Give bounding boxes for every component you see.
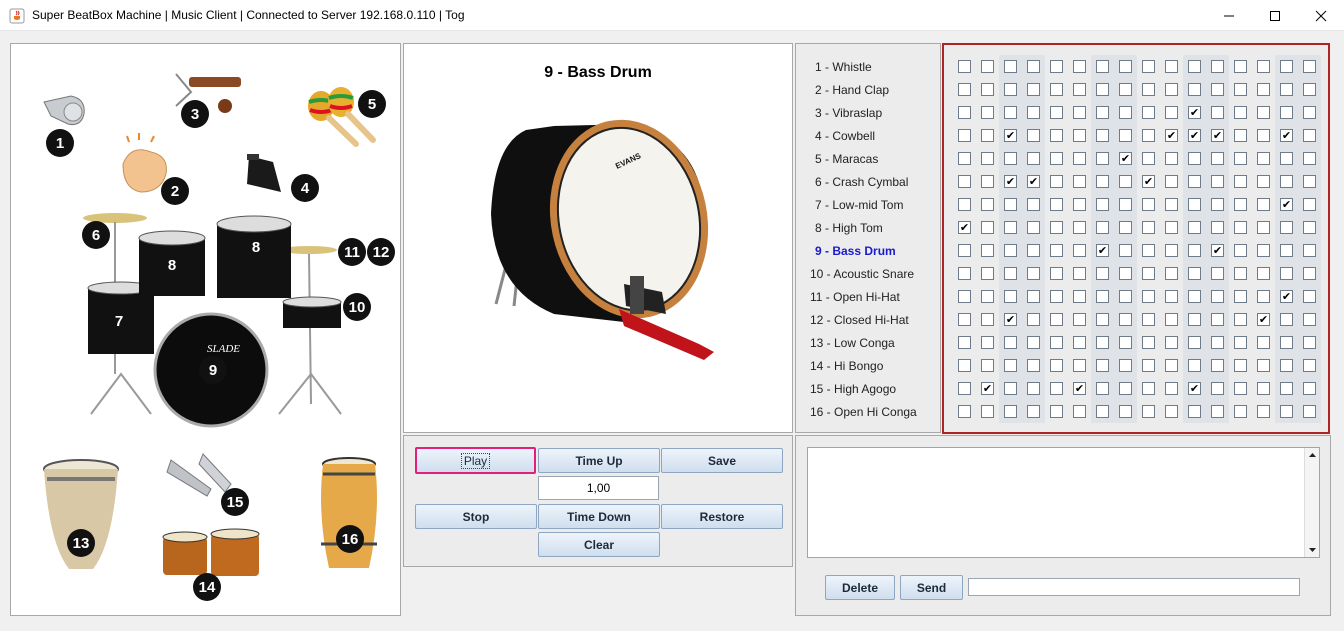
instrument-number-badge: 5 xyxy=(358,90,386,118)
instrument-label: 15 - High Agogo xyxy=(810,382,897,396)
instrument-number-badge: 10 xyxy=(343,293,371,321)
java-app-icon xyxy=(9,8,25,24)
scroll-down-arrow-icon[interactable] xyxy=(1305,543,1320,557)
cowbell-icon xyxy=(247,154,281,192)
instrument-preview-panel: 9 - Bass Drum EVANS xyxy=(403,43,793,433)
instrument-number-badge: 1 xyxy=(46,129,74,157)
restore-button[interactable]: Restore xyxy=(661,504,783,529)
delete-button[interactable]: Delete xyxy=(825,575,895,600)
instrument-number-badge: 12 xyxy=(367,238,395,266)
chat-panel: Delete Send xyxy=(795,435,1331,616)
instrument-label: 11 - Open Hi-Hat xyxy=(810,290,900,304)
time-down-button[interactable]: Time Down xyxy=(538,504,660,529)
instrument-number-badge: 8 xyxy=(242,233,270,261)
instrument-label: 13 - Low Conga xyxy=(810,336,895,350)
instrument-list-panel xyxy=(795,43,941,433)
incoming-messages-area[interactable] xyxy=(807,447,1320,558)
clear-button[interactable]: Clear xyxy=(538,532,660,557)
maximize-icon xyxy=(1270,10,1280,21)
instrument-label: 5 - Maracas xyxy=(815,152,879,166)
instrument-label: 10 - Acoustic Snare xyxy=(810,267,915,281)
scroll-up-arrow-icon[interactable] xyxy=(1305,448,1320,462)
minimize-icon xyxy=(1224,15,1234,16)
instrument-map-panel: SLADE 1 2 3 4 5 6 7 8 8 9 10 11 12 13 14… xyxy=(10,43,401,616)
instrument-label: 8 - High Tom xyxy=(815,221,883,235)
instrument-label: 3 - Vibraslap xyxy=(815,106,883,120)
window-title: Super BeatBox Machine | Music Client | C… xyxy=(32,8,465,22)
instrument-label: 9 - Bass Drum xyxy=(815,244,896,258)
play-button[interactable]: Play xyxy=(415,447,536,474)
instrument-label: 12 - Closed Hi-Hat xyxy=(810,313,909,327)
minimize-button[interactable] xyxy=(1206,0,1252,31)
title-bar: Super BeatBox Machine | Music Client | C… xyxy=(0,0,1344,31)
instrument-label: 2 - Hand Clap xyxy=(815,83,890,97)
instrument-number-badge: 6 xyxy=(82,221,110,249)
svg-text:SLADE: SLADE xyxy=(207,343,240,355)
instrument-number-badge: 3 xyxy=(181,100,209,128)
instrument-number-badge: 2 xyxy=(161,177,189,205)
hi-bongo-icon xyxy=(162,528,260,576)
tempo-field[interactable]: 1,00 xyxy=(538,476,659,500)
close-icon xyxy=(1315,10,1327,21)
hand-clap-icon xyxy=(122,133,167,193)
instrument-number-badge: 14 xyxy=(193,573,221,601)
stop-button[interactable]: Stop xyxy=(415,504,537,529)
instrument-label: 1 - Whistle xyxy=(815,60,872,74)
maximize-button[interactable] xyxy=(1252,0,1298,31)
instrument-label: 7 - Low-mid Tom xyxy=(815,198,904,212)
instrument-label: 6 - Crash Cymbal xyxy=(815,175,909,189)
agogo-icon xyxy=(166,453,232,497)
message-input[interactable] xyxy=(968,578,1300,596)
close-button[interactable] xyxy=(1298,0,1344,31)
instrument-number-badge: 9 xyxy=(199,356,227,384)
controls-panel: Play Time Up Save 1,00 Stop Time Down Re… xyxy=(403,435,793,567)
instrument-number-badge: 13 xyxy=(67,529,95,557)
instrument-label: 4 - Cowbell xyxy=(815,129,876,143)
instrument-label: 14 - Hi Bongo xyxy=(810,359,884,373)
instrument-label: 16 - Open Hi Conga xyxy=(810,405,917,419)
pattern-grid-border xyxy=(942,43,1330,434)
instrument-number-badge: 4 xyxy=(291,174,319,202)
whistle-icon xyxy=(43,95,85,125)
save-button[interactable]: Save xyxy=(661,448,783,473)
instrument-number-badge: 15 xyxy=(221,488,249,516)
vertical-scrollbar[interactable] xyxy=(1304,448,1319,557)
instrument-number-badge: 8 xyxy=(158,251,186,279)
time-up-button[interactable]: Time Up xyxy=(538,448,660,473)
send-button[interactable]: Send xyxy=(900,575,963,600)
instrument-number-badge: 16 xyxy=(336,525,364,553)
instrument-number-badge: 7 xyxy=(105,307,133,335)
instrument-number-badge: 11 xyxy=(338,238,366,266)
bass-drum-image: EVANS xyxy=(491,119,714,360)
